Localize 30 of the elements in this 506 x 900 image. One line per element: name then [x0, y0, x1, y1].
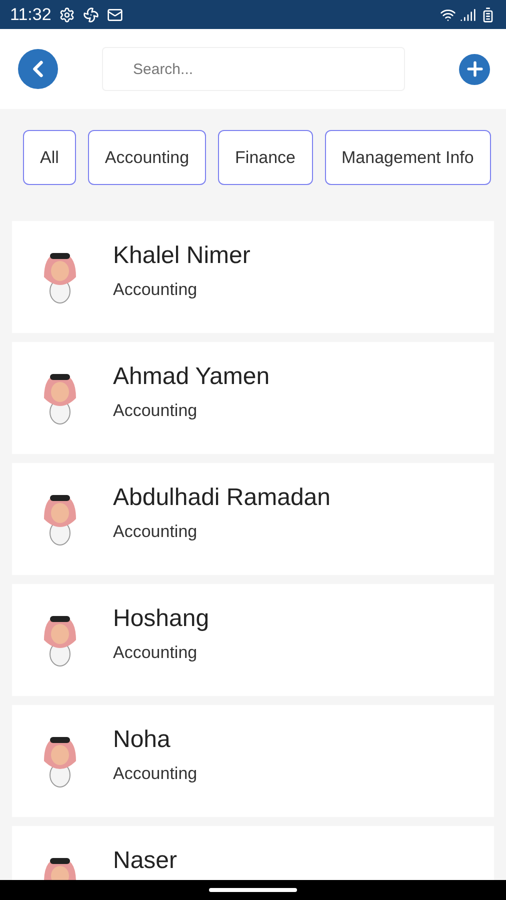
employee-department: Accounting [113, 642, 198, 664]
employee-name: Noha [113, 725, 172, 755]
employee-department: Accounting [113, 400, 198, 422]
employee-name: Abdulhadi Ramadan [113, 483, 330, 513]
employee-name: Naser [113, 846, 178, 876]
employee-name: Hoshang [113, 604, 210, 634]
filter-chip[interactable]: Accounting [88, 130, 206, 185]
status-time: 11:32 [10, 4, 52, 26]
wifi-icon [440, 6, 456, 22]
employee-card[interactable]: Hoshang Accounting [12, 584, 494, 696]
employee-card[interactable]: Noha Accounting [12, 705, 494, 817]
employee-department: Accounting [113, 521, 198, 543]
employee-department: Accounting [113, 763, 198, 785]
filter-chip[interactable]: Finance [218, 130, 313, 185]
employee-card[interactable]: Ahmad Yamen Accounting [12, 342, 494, 454]
filter-chip[interactable]: All [23, 130, 76, 185]
filter-chip[interactable]: Management Info [324, 130, 491, 185]
search-field[interactable]: Search... [102, 47, 405, 91]
employee-name: Ahmad Yamen [113, 362, 270, 392]
settings-icon [59, 6, 76, 22]
employee-card[interactable]: Naser [12, 826, 494, 880]
employee-name: Khalel Nimer [113, 241, 250, 271]
employee-department: Accounting [113, 279, 198, 301]
fan-icon [83, 6, 100, 22]
employee-card[interactable]: Khalel Nimer Accounting [12, 221, 494, 333]
back-button[interactable] [18, 49, 58, 89]
employee-card[interactable]: Abdulhadi Ramadan Accounting [12, 463, 494, 575]
mail-icon [107, 6, 124, 22]
add-button[interactable] [459, 54, 490, 84]
signal-icon [460, 6, 476, 22]
